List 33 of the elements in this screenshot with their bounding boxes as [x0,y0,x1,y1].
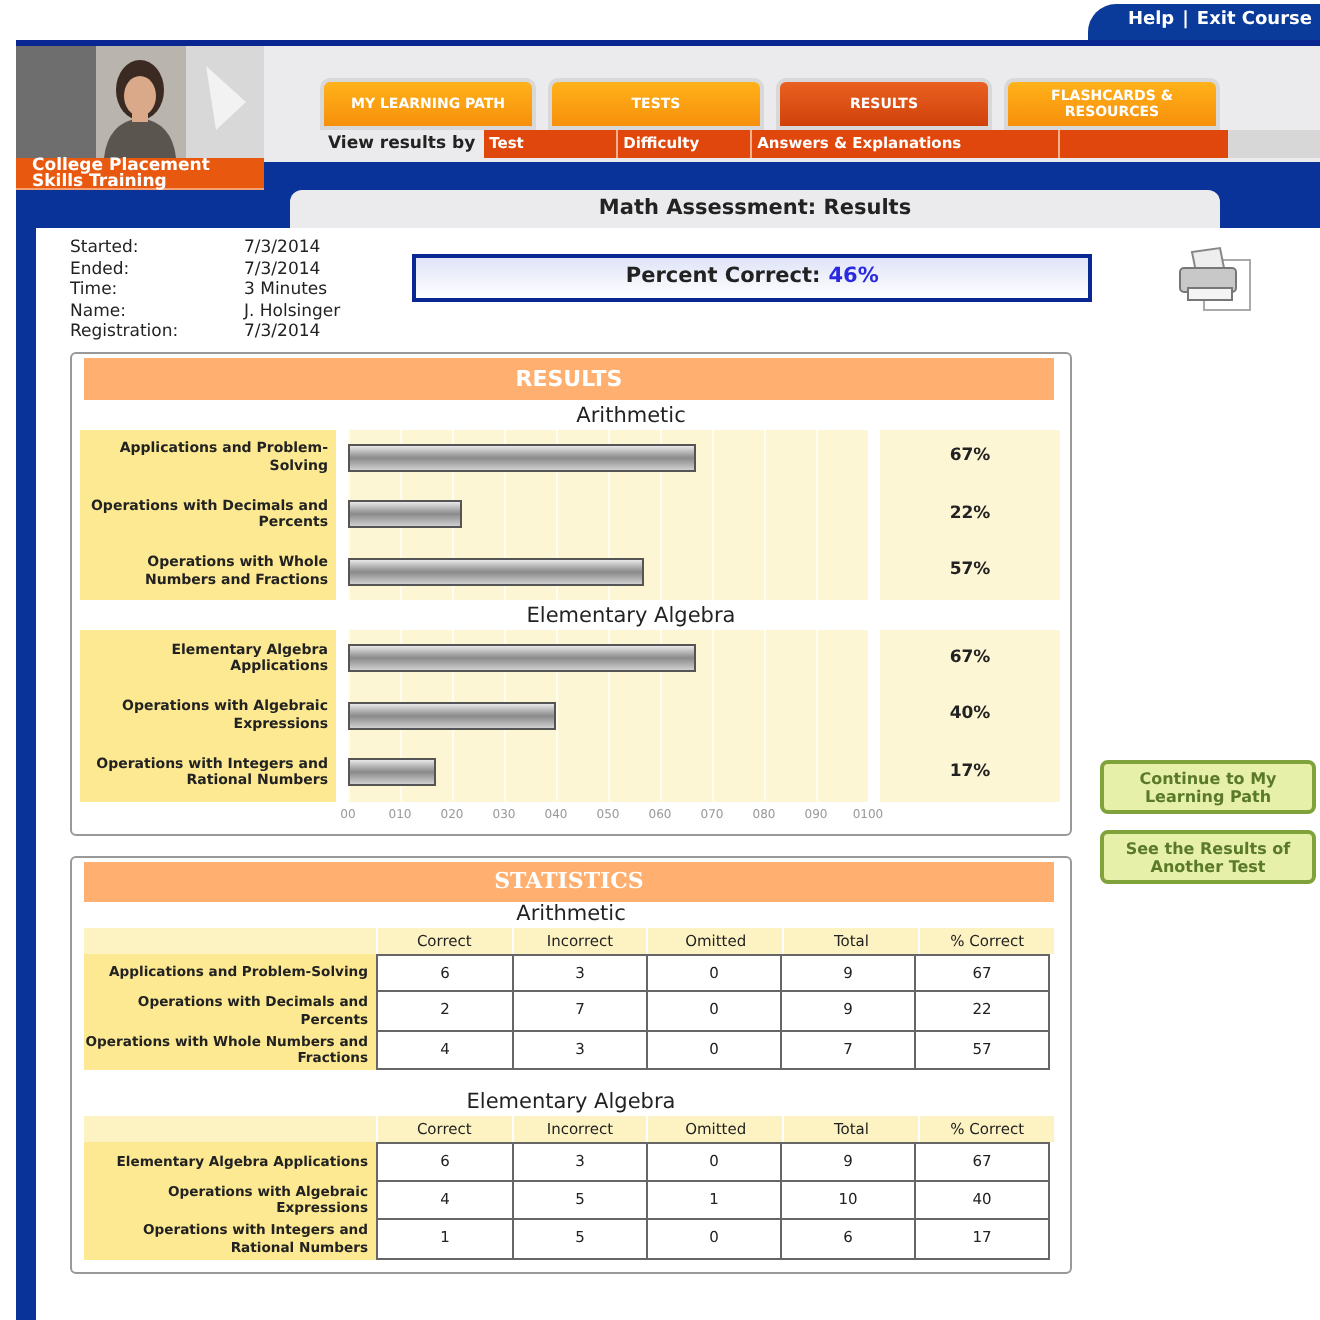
info-value: 7/3/2014 [244,259,321,280]
percent-value: 17% [949,759,991,786]
group-title: Elementary Algebra [524,602,738,630]
info-value: 3 Minutes [244,280,328,301]
info-label: Ended: [70,259,132,280]
percent-correct-label: Percent Correct: [625,262,821,293]
info-label: Time: [70,280,120,301]
percent-correct-value: 46% [828,262,879,293]
info-label: Registration: [70,322,181,343]
link-separator: | [1182,8,1189,35]
info-value: 7/3/2014 [244,322,321,343]
page-title: Math Assessment: Results [290,190,1220,228]
percent-value: 22% [949,501,991,528]
view-by-label: View results by [320,130,484,158]
brand-label: College Placement Skills Training [16,158,264,190]
action-button[interactable]: Continue to My Learning Path [1100,760,1316,814]
group-title: Arithmetic [574,401,688,429]
info-label: Started: [70,238,141,259]
percent-value: 40% [949,702,991,729]
action-button[interactable]: See the Results of Another Test [1100,830,1316,884]
percent-value: 67% [949,444,991,471]
header-link[interactable]: Exit Course [1196,8,1312,36]
info-label: Name: [70,301,128,322]
printer-icon[interactable] [1176,244,1252,312]
percent-value: 67% [949,645,991,672]
info-value: 7/3/2014 [244,238,321,259]
group-title: Arithmetic [514,901,628,927]
info-value: J. Holsinger [244,301,341,322]
percent-value: 57% [949,558,991,585]
header-link[interactable]: Help [1127,8,1175,36]
results-header: RESULTS [84,357,1054,399]
statistics-header: STATISTICS [84,861,1054,901]
group-title: Elementary Algebra [464,1090,678,1116]
